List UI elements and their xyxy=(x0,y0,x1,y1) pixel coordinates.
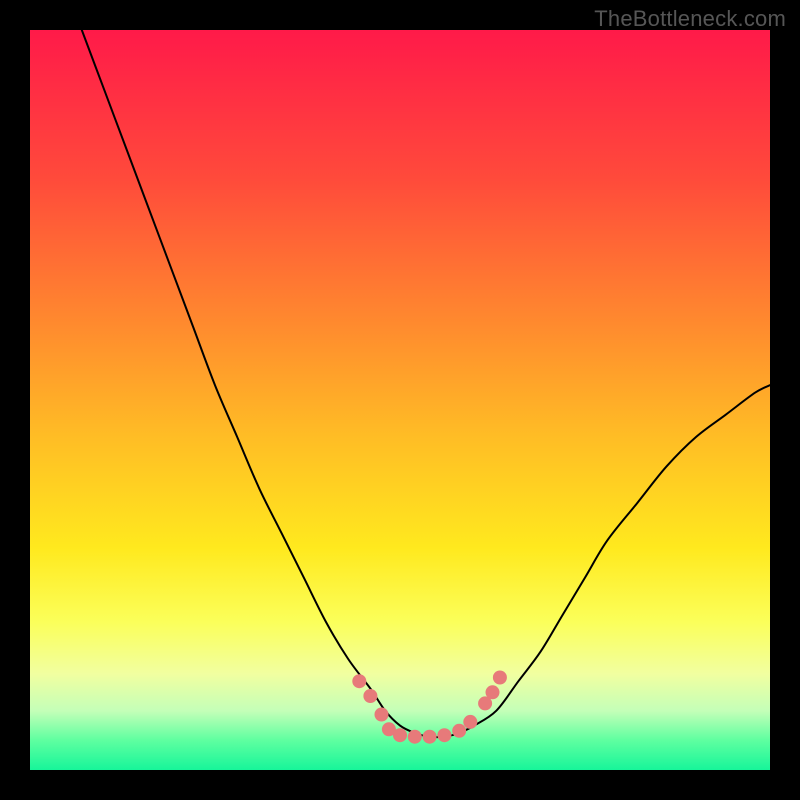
valley-dot xyxy=(493,671,507,685)
valley-dot xyxy=(393,728,407,742)
valley-dot xyxy=(463,715,477,729)
bottleneck-curve xyxy=(82,30,770,737)
valley-dot xyxy=(408,730,422,744)
watermark-text: TheBottleneck.com xyxy=(594,6,786,32)
valley-dots xyxy=(352,671,507,744)
valley-dot xyxy=(486,685,500,699)
plot-area xyxy=(30,30,770,770)
valley-dot xyxy=(375,708,389,722)
valley-dot xyxy=(437,728,451,742)
chart-frame: TheBottleneck.com xyxy=(0,0,800,800)
valley-dot xyxy=(423,730,437,744)
curve-layer xyxy=(30,30,770,770)
valley-dot xyxy=(363,689,377,703)
valley-dot xyxy=(452,724,466,738)
valley-dot xyxy=(352,674,366,688)
